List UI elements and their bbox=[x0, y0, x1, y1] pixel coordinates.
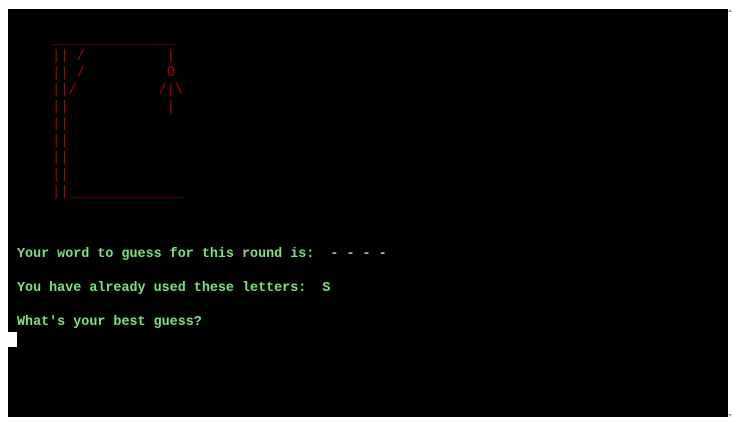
terminal-screen[interactable]: _______________ || / | || / O ||/ /|\ ||… bbox=[8, 9, 728, 417]
word-to-guess-line: Your word to guess for this round is: - … bbox=[17, 247, 387, 262]
scroll-up-arrow-icon[interactable] bbox=[728, 9, 732, 12]
scroll-down-arrow-icon[interactable] bbox=[728, 414, 732, 417]
terminal-cursor[interactable] bbox=[8, 332, 17, 347]
hangman-drawing: _______________ || / | || / O ||/ /|\ ||… bbox=[52, 30, 184, 199]
app-window: _______________ || / | || / O ||/ /|\ ||… bbox=[0, 0, 732, 426]
guess-prompt: What's your best guess? bbox=[17, 315, 202, 330]
used-letters-line: You have already used these letters: S bbox=[17, 281, 331, 296]
vertical-scrollbar[interactable] bbox=[728, 9, 732, 417]
